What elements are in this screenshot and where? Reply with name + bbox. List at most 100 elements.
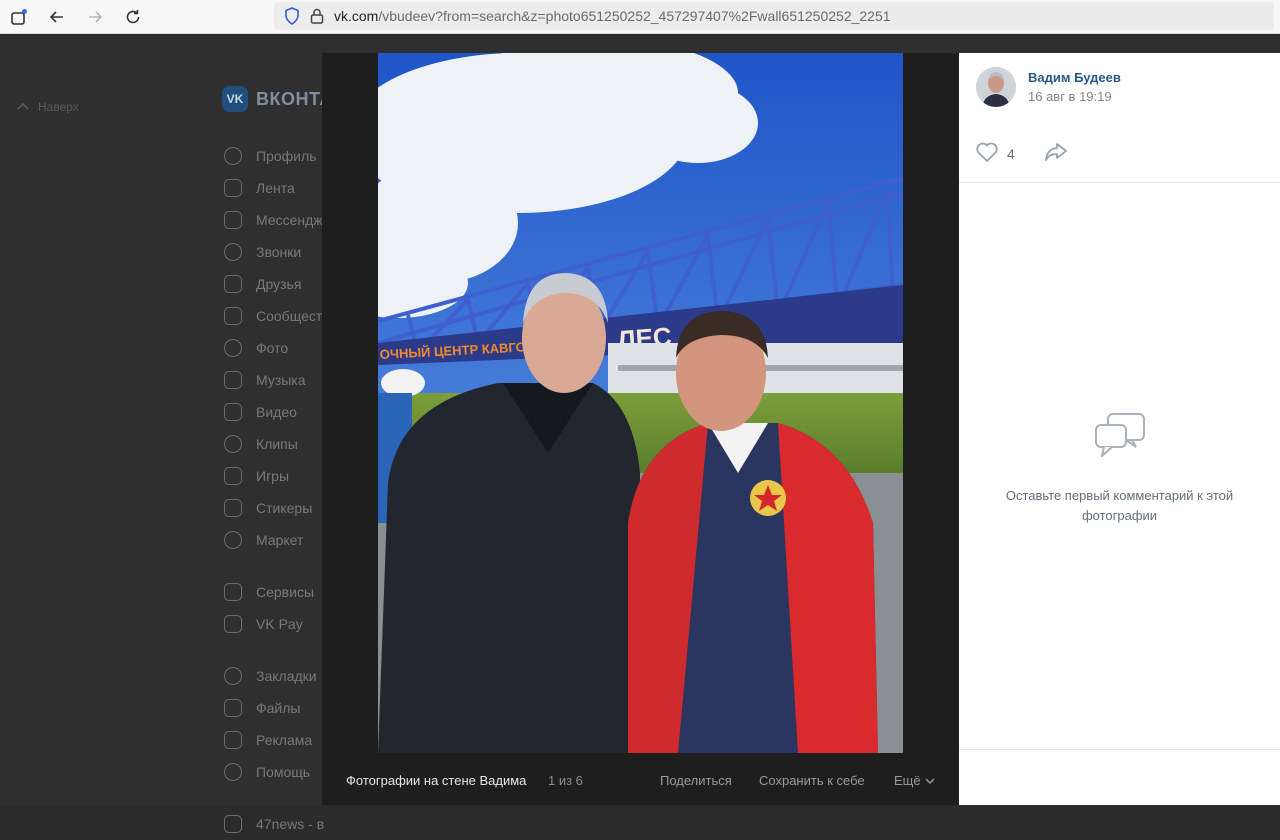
like-count: 4: [1007, 145, 1015, 162]
save-to-profile-button[interactable]: Сохранить к себе: [759, 773, 865, 788]
communities-icon: [224, 307, 242, 325]
sidebar-item-games[interactable]: Игры: [224, 460, 324, 492]
sidebar-item-communities[interactable]: Сообщест: [224, 300, 324, 332]
like-button[interactable]: 4: [975, 141, 1015, 166]
sidebar-item-label: Клипы: [256, 436, 298, 452]
sidebar-item-label: Звонки: [256, 244, 302, 260]
comment-input-divider: [959, 749, 1280, 750]
photo-bottom-bar: Фотографии на стене Вадима 1 из 6 Подели…: [322, 765, 959, 795]
sidebar-item-phone[interactable]: Звонки: [224, 236, 324, 268]
sidebar-item-friends[interactable]: Друзья: [224, 268, 324, 300]
comments-icon: [1092, 413, 1148, 467]
sidebar-item-label: Музыка: [256, 372, 306, 388]
sidebar-item-profile[interactable]: Профиль: [224, 140, 324, 172]
avatar[interactable]: [976, 67, 1016, 107]
sidebar-item-label: Видео: [256, 404, 297, 420]
empty-comments: Оставьте первый комментарий к этой фотог…: [959, 411, 1280, 526]
sidebar-item-label: Помощь: [256, 764, 311, 780]
sidebar-item-label: Сервисы: [256, 584, 315, 600]
video-icon: [224, 403, 242, 421]
shield-icon[interactable]: [282, 6, 302, 26]
sidebar-item-stickers[interactable]: Стикеры: [224, 492, 324, 524]
profile-icon: [224, 147, 242, 165]
more-button[interactable]: Ещё: [894, 773, 935, 788]
sidebar-item-label: Друзья: [256, 276, 302, 292]
sidebar-item-files[interactable]: Файлы: [224, 692, 324, 724]
sidebar-separator: [224, 640, 324, 660]
music-icon: [224, 371, 242, 389]
share-arrow-icon[interactable]: [1043, 141, 1069, 168]
back-arrow-icon[interactable]: [38, 0, 76, 34]
photo[interactable]: ОЧНЫЙ ЦЕНТР КАВГОЛОВО ЛЕС: [378, 53, 903, 753]
friends-icon: [224, 275, 242, 293]
sidebar-item-services[interactable]: Сервисы: [224, 576, 324, 608]
sidebar-item-label: Файлы: [256, 700, 301, 716]
phone-icon: [224, 243, 242, 261]
ads-icon: [224, 731, 242, 749]
stickers-icon: [224, 499, 242, 517]
sidebar-item-market[interactable]: Маркет: [224, 524, 324, 556]
sidebar-item-label: Сообщест: [256, 308, 323, 324]
browser-toolbar: vk.com/vbudeev?from=search&z=photo651250…: [0, 0, 1280, 34]
forward-arrow-icon[interactable]: [76, 0, 114, 34]
address-bar[interactable]: vk.com/vbudeev?from=search&z=photo651250…: [274, 2, 1274, 30]
sidebar-item-label: Маркет: [256, 532, 304, 548]
sidebar-item-help[interactable]: Помощь: [224, 756, 324, 788]
games-icon: [224, 467, 242, 485]
sidebar-item-clips[interactable]: Клипы: [224, 428, 324, 460]
sidebar-item-vkpay[interactable]: VK Pay: [224, 608, 324, 640]
heart-icon: [975, 141, 999, 166]
help-icon: [224, 763, 242, 781]
url-host: vk.com: [334, 8, 379, 24]
chevron-up-icon: [16, 100, 30, 114]
sidebar-item-group[interactable]: 47news - в: [224, 808, 324, 840]
sidebar-item-video[interactable]: Видео: [224, 396, 324, 428]
scroll-top-link[interactable]: Наверх: [16, 100, 79, 114]
photo-info-panel: Вадим Будеев 16 авг в 19:19 4 Оставьте п…: [959, 53, 1280, 805]
more-label: Ещё: [894, 772, 921, 788]
bookmarks-icon: [224, 667, 242, 685]
sidebar-item-music[interactable]: Музыка: [224, 364, 324, 396]
empty-comments-text: Оставьте первый комментарий к этой фотог…: [1005, 488, 1234, 523]
sidebar-item-label: Стикеры: [256, 500, 313, 516]
sidebar-item-label: Игры: [256, 468, 290, 484]
services-icon: [224, 583, 242, 601]
url-text: vk.com/vbudeev?from=search&z=photo651250…: [334, 8, 891, 24]
sidebar-item-label: Мессендж: [256, 212, 323, 228]
photo-counter: 1 из 6: [548, 772, 583, 788]
sidebar-separator: [224, 556, 324, 576]
share-button[interactable]: Поделиться: [660, 773, 732, 788]
files-icon: [224, 699, 242, 717]
sidebar-item-label: Лента: [256, 180, 295, 196]
sidebar-item-label: Профиль: [256, 148, 317, 164]
market-icon: [224, 531, 242, 549]
photo-icon: [224, 339, 242, 357]
sidebar-item-label: VK Pay: [256, 616, 303, 632]
left-sidebar: Профиль Лента Мессендж Звонки Друзья Сообщест…: [224, 140, 324, 840]
photo-actions: 4: [959, 125, 1280, 183]
album-title-link[interactable]: Фотографии на стене Вадима: [346, 773, 526, 788]
sidebar-item-photo[interactable]: Фото: [224, 332, 324, 364]
sidebar-item-news[interactable]: Лента: [224, 172, 324, 204]
post-author: Вадим Будеев 16 авг в 19:19: [976, 67, 1121, 107]
post-date[interactable]: 16 авг в 19:19: [1028, 89, 1121, 104]
author-name-link[interactable]: Вадим Будеев: [1028, 70, 1121, 85]
sidebar-item-messenger[interactable]: Мессендж: [224, 204, 324, 236]
news-icon: [224, 179, 242, 197]
sidebar-item-label: Реклама: [256, 732, 313, 748]
sidebar-item-bookmarks[interactable]: Закладки: [224, 660, 324, 692]
vk-logo-icon: VK: [222, 86, 248, 112]
vk-logo[interactable]: VK ВКОНТА: [222, 86, 333, 112]
clips-icon: [224, 435, 242, 453]
sidebar-separator: [224, 788, 324, 808]
url-path: /vbudeev?from=search&z=photo651250252_45…: [378, 8, 891, 24]
tabs-icon[interactable]: [0, 0, 38, 34]
sidebar-item-label: 47news - в: [256, 816, 324, 832]
photo-image: ОЧНЫЙ ЦЕНТР КАВГОЛОВО ЛЕС: [378, 53, 903, 753]
sidebar-item-ads[interactable]: Реклама: [224, 724, 324, 756]
lock-icon: [310, 8, 324, 24]
photo-pane: ОЧНЫЙ ЦЕНТР КАВГОЛОВО ЛЕС Фотографии на …: [322, 53, 959, 805]
photo-viewer: ОЧНЫЙ ЦЕНТР КАВГОЛОВО ЛЕС Фотографии на …: [322, 53, 1280, 805]
vkpay-icon: [224, 615, 242, 633]
reload-icon[interactable]: [114, 0, 152, 34]
